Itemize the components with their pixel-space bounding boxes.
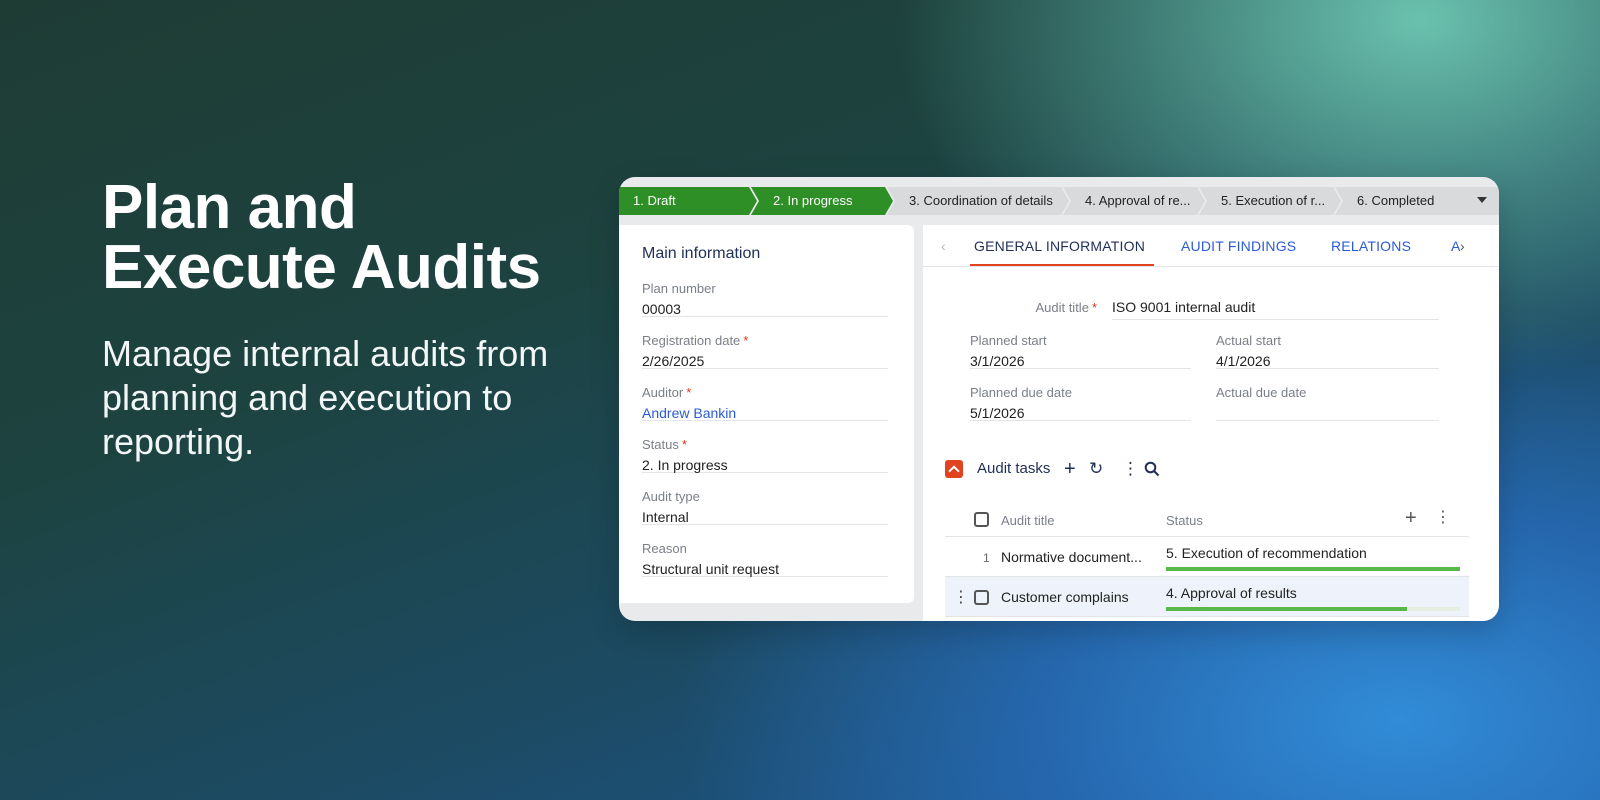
planned-due-date-field[interactable]: Planned due date 5/1/2026: [970, 385, 1191, 421]
plan-number-field[interactable]: Plan number 00003: [642, 281, 888, 317]
step-draft[interactable]: 1. Draft: [619, 187, 757, 215]
progress-fill: [1166, 567, 1460, 571]
chevron-right-icon[interactable]: ›: [1460, 238, 1465, 254]
required-marker: *: [681, 437, 687, 452]
hero-subtitle: Manage internal audits from planning and…: [102, 333, 549, 462]
actual-start-field[interactable]: Actual start 4/1/2026: [1216, 333, 1439, 369]
add-icon[interactable]: +: [1064, 458, 1076, 480]
audit-title-input[interactable]: ISO 9001 internal audit: [1112, 296, 1439, 320]
step-completed-label: 6. Completed: [1357, 193, 1435, 208]
add-column-icon[interactable]: +: [1405, 507, 1417, 529]
plan-number-label: Plan number: [642, 281, 716, 296]
audit-tasks-header: Audit tasks + ↻ ⋮: [945, 458, 1485, 482]
registration-date-field[interactable]: Registration date * 2/26/2025: [642, 333, 888, 369]
reason-label: Reason: [642, 541, 687, 556]
step-in-progress[interactable]: 2. In progress: [751, 187, 893, 215]
planned-due-date-label: Planned due date: [970, 385, 1072, 400]
status-progress-bar: [1166, 567, 1460, 571]
progress-fill: [1166, 607, 1408, 611]
status-field[interactable]: Status * 2. In progress: [642, 437, 888, 473]
table-row[interactable]: 1 Normative document... 5. Execution of …: [945, 537, 1469, 577]
tab-bar: ‹ GENERAL INFORMATION AUDIT FINDINGS REL…: [923, 225, 1499, 267]
step-execution[interactable]: 5. Execution of r...: [1199, 187, 1341, 215]
registration-date-value: 2/26/2025: [642, 353, 705, 369]
actual-due-date-field[interactable]: Actual due date: [1216, 385, 1439, 421]
audit-type-label: Audit type: [642, 489, 700, 504]
required-marker: *: [1091, 300, 1097, 315]
active-tab-indicator: [970, 264, 1154, 266]
reason-value: Structural unit request: [642, 561, 779, 577]
audit-type-value: Internal: [642, 509, 689, 525]
tab-relations[interactable]: RELATIONS: [1331, 238, 1411, 254]
chevron-down-icon[interactable]: [1477, 197, 1487, 203]
row-number: 1: [983, 551, 990, 565]
required-marker: *: [686, 385, 692, 400]
column-audit-title[interactable]: Audit title: [1001, 513, 1054, 528]
required-marker: *: [743, 333, 749, 348]
table-row[interactable]: ⋮ Customer complains 4. Approval of resu…: [945, 577, 1469, 617]
status-label: Status *: [642, 437, 687, 452]
hero-title-line-2: Execute Audits: [102, 233, 541, 302]
row-audit-title[interactable]: Customer complains: [1001, 589, 1153, 605]
planned-start-field[interactable]: Planned start 3/1/2026: [970, 333, 1191, 369]
table-header: Audit title Status + ⋮: [945, 503, 1469, 537]
actual-start-value: 4/1/2026: [1216, 353, 1271, 369]
audit-title-row: Audit title * ISO 9001 internal audit: [923, 296, 1499, 320]
planned-start-value: 3/1/2026: [970, 353, 1025, 369]
row-checkbox[interactable]: [974, 590, 989, 605]
plan-number-value: 00003: [642, 301, 681, 317]
actual-due-date-label: Actual due date: [1216, 385, 1307, 400]
hero-title-line-1: Plan and: [102, 173, 357, 242]
chevron-left-icon[interactable]: ‹: [941, 238, 946, 254]
audit-tasks-title: Audit tasks: [977, 460, 1051, 477]
hero: Plan and Execute Audits Manage internal …: [102, 177, 562, 464]
main-information-card: Main information Plan number 00003 Regis…: [619, 225, 914, 603]
column-status[interactable]: Status: [1166, 513, 1203, 528]
refresh-icon[interactable]: ↻: [1089, 458, 1103, 480]
row-status: 5. Execution of recommendation: [1166, 545, 1367, 561]
tab-audit-findings[interactable]: AUDIT FINDINGS: [1181, 238, 1296, 254]
audit-type-field[interactable]: Audit type Internal: [642, 489, 888, 525]
auditor-label: Auditor *: [642, 385, 692, 400]
status-progress-bar: [1166, 607, 1460, 611]
step-approval[interactable]: 4. Approval of re...: [1063, 187, 1205, 215]
auditor-link[interactable]: Andrew Bankin: [642, 403, 888, 423]
status-value: 2. In progress: [642, 457, 728, 473]
details-panel: ‹ GENERAL INFORMATION AUDIT FINDINGS REL…: [923, 225, 1499, 621]
audit-title-label: Audit title *: [1035, 300, 1097, 315]
hero-title: Plan and Execute Audits: [102, 177, 562, 299]
auditor-field[interactable]: Auditor * Andrew Bankin: [642, 385, 888, 421]
row-menu-icon[interactable]: ⋮: [953, 587, 969, 607]
row-audit-title[interactable]: Normative document...: [1001, 549, 1153, 565]
app-window: 1. Draft 2. In progress 3. Coordination …: [619, 177, 1499, 621]
reason-field[interactable]: Reason Structural unit request: [642, 541, 888, 577]
main-information-heading: Main information: [642, 245, 761, 262]
collapse-icon[interactable]: [945, 460, 963, 478]
select-all-checkbox[interactable]: [974, 512, 989, 527]
more-vertical-icon[interactable]: ⋮: [1122, 458, 1139, 480]
planned-start-label: Planned start: [970, 333, 1047, 348]
row-status: 4. Approval of results: [1166, 585, 1297, 601]
actual-start-label: Actual start: [1216, 333, 1282, 348]
search-icon[interactable]: [1144, 458, 1160, 483]
step-completed[interactable]: 6. Completed: [1335, 187, 1499, 215]
tab-general-information[interactable]: GENERAL INFORMATION: [974, 238, 1145, 254]
registration-date-label: Registration date *: [642, 333, 749, 348]
more-vertical-icon[interactable]: ⋮: [1435, 507, 1451, 529]
step-coordination[interactable]: 3. Coordination of details: [887, 187, 1069, 215]
status-stepper: 1. Draft 2. In progress 3. Coordination …: [619, 187, 1499, 215]
planned-due-date-value: 5/1/2026: [970, 405, 1025, 421]
